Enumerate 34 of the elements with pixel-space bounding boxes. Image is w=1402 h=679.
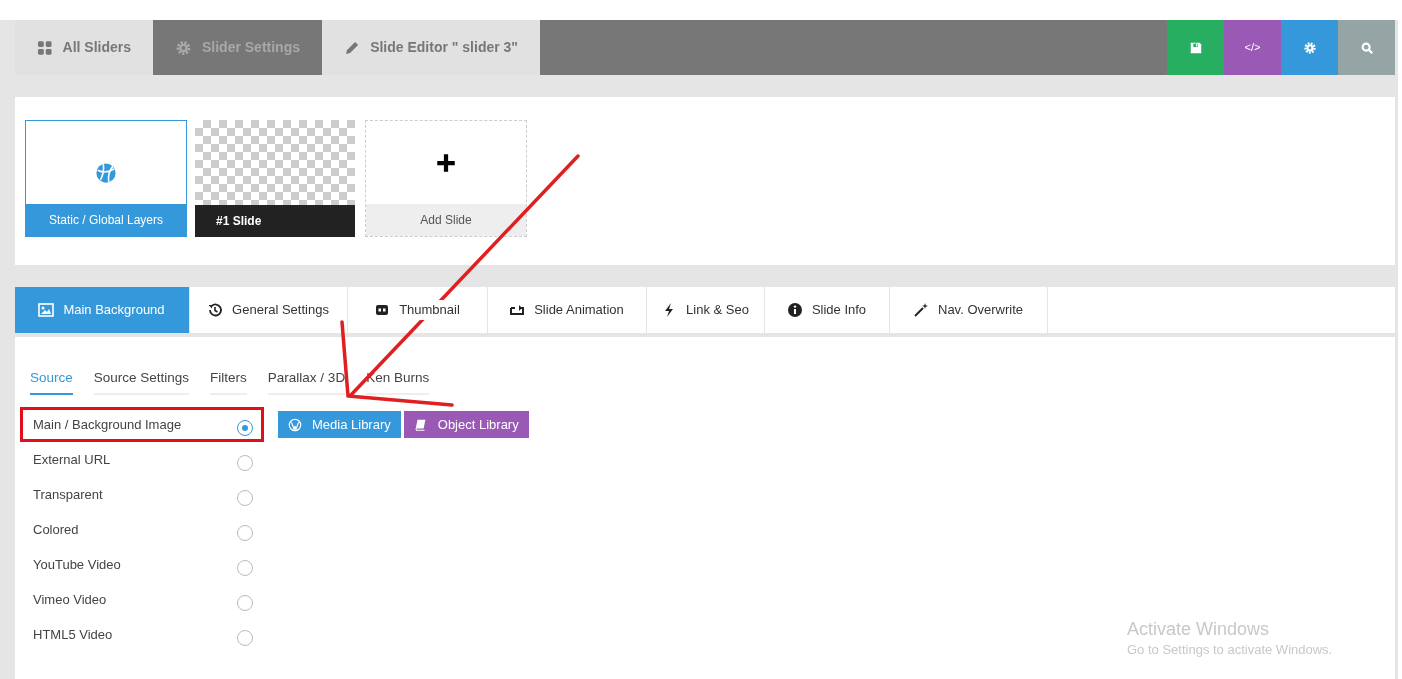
grid-icon	[37, 38, 53, 57]
option-label: External URL	[33, 450, 111, 469]
save-button[interactable]	[1167, 20, 1224, 75]
plus-icon	[436, 152, 456, 173]
card-label: Add Slide	[366, 204, 526, 236]
option-label: YouTube Video	[33, 555, 121, 574]
image-icon	[38, 302, 55, 318]
search-button[interactable]	[1338, 20, 1395, 75]
save-icon	[1188, 40, 1203, 55]
history-icon	[207, 302, 224, 318]
sub-tab[interactable]: Parallax / 3D	[267, 367, 346, 395]
book-icon	[413, 417, 428, 432]
sub-tab[interactable]: Filters	[210, 367, 247, 395]
code-button[interactable]: </>	[1224, 20, 1281, 75]
option-label: Transparent	[33, 485, 103, 504]
info-icon	[786, 302, 803, 318]
settings-icon	[1302, 40, 1317, 55]
option-label: Main / Background Image	[33, 415, 182, 434]
card-label: #1 Slide	[195, 205, 355, 237]
sub-tab[interactable]: Source Settings	[93, 367, 190, 395]
gear-icon	[175, 38, 192, 57]
library-button[interactable]: Object Library	[403, 411, 529, 438]
slide-card[interactable]: #1 Slide	[195, 120, 355, 237]
settings-button[interactable]	[1281, 20, 1338, 75]
option-label: Vimeo Video	[33, 590, 107, 609]
add-slide-card[interactable]: Add Slide	[365, 120, 527, 237]
option-label: Colored	[33, 520, 79, 539]
thumbnail-icon	[374, 302, 391, 318]
globe-icon	[95, 161, 117, 184]
card-label: Static / Global Layers	[26, 204, 186, 236]
option-label: HTML5 Video	[33, 625, 113, 644]
magic-wand-icon	[913, 302, 929, 318]
search-icon	[1359, 40, 1374, 55]
loop-icon	[509, 302, 526, 318]
